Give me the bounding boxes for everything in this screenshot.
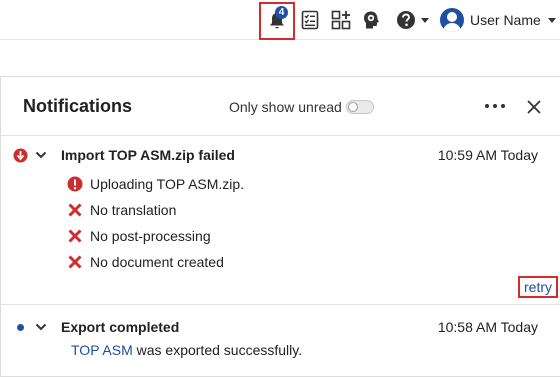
step-text: No document created xyxy=(90,254,224,270)
notification-count-badge: 4 xyxy=(275,6,288,19)
notification-item[interactable]: Import TOP ASM.zip failed 10:59 AM Today… xyxy=(1,137,560,305)
step-item: No translation xyxy=(67,200,176,220)
tasks-button[interactable] xyxy=(299,6,321,34)
close-button[interactable] xyxy=(524,97,544,117)
only-unread-toggle[interactable] xyxy=(346,100,374,114)
step-item: No post-processing xyxy=(67,226,211,246)
help-icon xyxy=(396,11,415,29)
step-item: Uploading TOP ASM.zip. xyxy=(67,174,244,194)
notification-time: 10:58 AM Today xyxy=(437,319,538,335)
failed-import-icon xyxy=(13,148,28,163)
notifications-panel: Notifications Only show unread Import TO… xyxy=(0,76,560,377)
notification-title: Export completed xyxy=(61,319,180,335)
unread-dot xyxy=(17,324,24,331)
panel-title: Notifications xyxy=(23,96,133,116)
retry-button[interactable]: retry xyxy=(518,276,558,298)
panel-header: Notifications Only show unread xyxy=(1,77,560,136)
close-icon xyxy=(527,100,541,114)
notifications-button[interactable]: 4 xyxy=(259,2,295,40)
chevron-down-icon xyxy=(420,17,429,23)
avatar xyxy=(440,8,464,32)
only-unread-label: Only show unread xyxy=(229,99,342,115)
notification-item[interactable]: Export completed 10:58 AM Today TOP ASM … xyxy=(1,306,560,377)
add-apps-icon xyxy=(331,10,351,30)
user-menu[interactable]: User Name xyxy=(440,7,556,33)
x-mark-icon xyxy=(68,229,82,243)
description-text: was exported successfully. xyxy=(132,342,303,358)
notification-title: Import TOP ASM.zip failed xyxy=(61,147,235,163)
learning-button[interactable] xyxy=(361,6,383,34)
step-text: Uploading TOP ASM.zip. xyxy=(90,176,245,192)
help-menu-button[interactable] xyxy=(394,6,430,34)
x-mark-icon xyxy=(68,255,82,269)
top-bar: 4 User Name xyxy=(0,0,560,40)
more-options-button[interactable] xyxy=(483,96,507,116)
x-mark-icon xyxy=(68,203,82,217)
step-text: No post-processing xyxy=(90,228,211,244)
chevron-down-icon[interactable] xyxy=(35,322,47,332)
app-store-button[interactable] xyxy=(330,6,352,34)
user-name: User Name xyxy=(470,12,541,28)
more-icon xyxy=(485,104,489,108)
toggle-knob xyxy=(348,102,358,112)
checklist-icon xyxy=(301,10,319,30)
notification-description: TOP ASM was exported successfully. xyxy=(71,342,302,358)
step-text: No translation xyxy=(90,202,177,218)
step-item: No document created xyxy=(67,252,224,272)
notification-time: 10:59 AM Today xyxy=(437,147,538,163)
chevron-down-icon xyxy=(547,17,556,23)
chevron-down-icon[interactable] xyxy=(35,150,47,160)
head-gear-icon xyxy=(364,11,379,29)
error-icon xyxy=(67,176,83,192)
document-link[interactable]: TOP ASM xyxy=(71,342,133,358)
